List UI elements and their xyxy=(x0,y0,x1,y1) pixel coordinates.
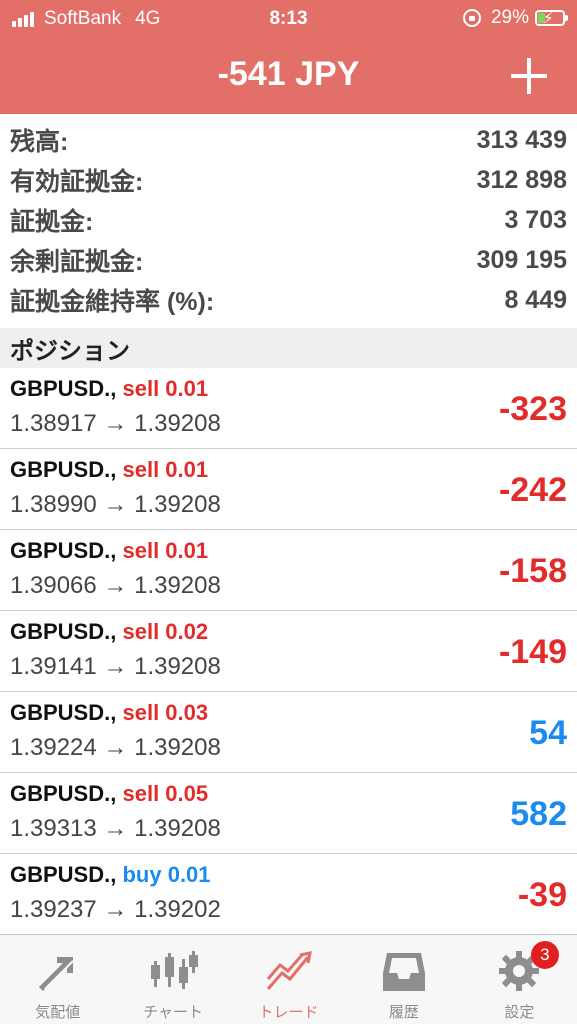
position-profit: 54 xyxy=(529,714,567,752)
summary-row-margin-level: 証拠金維持率 (%): 8 449 xyxy=(10,280,567,320)
position-side: buy 0.01 xyxy=(122,862,211,887)
tab-label: 設定 xyxy=(504,1004,535,1021)
candlestick-chart-icon xyxy=(151,951,199,989)
position-profit: -323 xyxy=(498,390,567,428)
position-row[interactable]: GBPUSD., sell 0.01 1.38990 → 1.39208 -24… xyxy=(0,449,577,530)
settings-badge: 3 xyxy=(530,941,559,969)
position-row[interactable]: GBPUSD., sell 0.03 1.39224 → 1.39208 54 xyxy=(0,692,577,773)
account-profit-title: -541 JPY xyxy=(217,55,360,93)
tab-bar: 気配値 チャート トレード 履歴 3 設定 xyxy=(0,934,577,1024)
charging-bolt-icon: ⚡ xyxy=(543,10,554,27)
position-symbol: GBPUSD., xyxy=(10,457,117,482)
summary-value: 312 898 xyxy=(476,165,567,194)
position-profit: 582 xyxy=(510,795,567,833)
position-symbol-line: GBPUSD., sell 0.05 xyxy=(10,781,208,807)
position-prices: 1.39066 → 1.39208 xyxy=(10,572,221,599)
position-side: sell 0.05 xyxy=(122,781,209,806)
tab-trade[interactable]: トレード xyxy=(231,935,346,1024)
summary-label: 残高: xyxy=(10,128,69,156)
summary-row-free-margin: 余剰証拠金: 309 195 xyxy=(10,240,567,280)
positions-section-header: ポジション xyxy=(0,328,577,368)
summary-value: 3 703 xyxy=(504,205,567,234)
position-symbol-line: GBPUSD., sell 0.01 xyxy=(10,457,208,483)
position-row[interactable]: GBPUSD., buy 0.01 1.39237 → 1.39202 -39 xyxy=(0,854,577,935)
position-prices: 1.38917 → 1.39208 xyxy=(10,410,221,437)
plus-icon[interactable] xyxy=(511,58,547,94)
position-symbol-line: GBPUSD., sell 0.01 xyxy=(10,538,208,564)
position-symbol: GBPUSD., xyxy=(10,862,117,887)
position-symbol-line: GBPUSD., sell 0.03 xyxy=(10,700,208,726)
tab-label: チャート xyxy=(143,1004,204,1021)
position-symbol-line: GBPUSD., sell 0.01 xyxy=(10,376,208,402)
position-symbol: GBPUSD., xyxy=(10,538,117,563)
position-prices: 1.39141 → 1.39208 xyxy=(10,653,221,680)
position-prices: 1.38990 → 1.39208 xyxy=(10,491,221,518)
position-symbol: GBPUSD., xyxy=(10,376,117,401)
position-side: sell 0.03 xyxy=(122,700,209,725)
tab-quotes[interactable]: 気配値 xyxy=(0,935,115,1024)
position-symbol: GBPUSD., xyxy=(10,781,117,806)
position-side: sell 0.01 xyxy=(122,376,209,401)
position-side: sell 0.01 xyxy=(122,538,209,563)
position-prices: 1.39237 → 1.39202 xyxy=(10,896,221,923)
summary-value: 309 195 xyxy=(476,245,567,274)
position-side: sell 0.01 xyxy=(122,457,209,482)
position-profit: -149 xyxy=(498,633,567,671)
tab-label: トレード xyxy=(258,1004,319,1021)
position-symbol: GBPUSD., xyxy=(10,619,117,644)
status-right: 29% ⚡ xyxy=(462,7,568,29)
tab-settings[interactable]: 3 設定 xyxy=(462,935,577,1024)
summary-value: 313 439 xyxy=(476,125,567,154)
position-profit: -242 xyxy=(498,471,567,509)
position-row[interactable]: GBPUSD., sell 0.01 1.38917 → 1.39208 -32… xyxy=(0,368,577,449)
position-prices: 1.39224 → 1.39208 xyxy=(10,734,221,761)
position-row[interactable]: GBPUSD., sell 0.01 1.39066 → 1.39208 -15… xyxy=(0,530,577,611)
summary-label: 証拠金: xyxy=(10,208,94,236)
summary-value: 8 449 xyxy=(504,285,567,314)
position-row[interactable]: GBPUSD., sell 0.05 1.39313 → 1.39208 582 xyxy=(0,773,577,854)
tab-history[interactable]: 履歴 xyxy=(346,935,461,1024)
summary-label: 有効証拠金: xyxy=(10,168,144,196)
position-prices: 1.39313 → 1.39208 xyxy=(10,815,221,842)
position-symbol-line: GBPUSD., buy 0.01 xyxy=(10,862,211,888)
summary-row-margin: 証拠金: 3 703 xyxy=(10,200,567,240)
battery-percent: 29% xyxy=(490,7,529,28)
position-row[interactable]: GBPUSD., sell 0.02 1.39141 → 1.39208 -14… xyxy=(0,611,577,692)
position-symbol: GBPUSD., xyxy=(10,700,117,725)
summary-row-balance: 残高: 313 439 xyxy=(10,120,567,160)
orientation-lock-icon xyxy=(462,9,481,27)
tab-chart[interactable]: チャート xyxy=(115,935,230,1024)
tab-label: 気配値 xyxy=(35,1004,81,1021)
status-bar: SoftBank 4G 8:13 29% ⚡ xyxy=(0,0,577,38)
position-symbol-line: GBPUSD., sell 0.02 xyxy=(10,619,208,645)
summary-row-equity: 有効証拠金: 312 898 xyxy=(10,160,567,200)
position-profit: -158 xyxy=(498,552,567,590)
trade-trend-icon xyxy=(266,951,312,990)
tab-label: 履歴 xyxy=(388,1004,419,1021)
position-profit: -39 xyxy=(517,876,567,914)
account-summary: 残高: 313 439 有効証拠金: 312 898 証拠金: 3 703 余剰… xyxy=(0,114,577,320)
history-inbox-icon xyxy=(382,953,425,991)
header-bar: SoftBank 4G 8:13 29% ⚡ -541 JPY xyxy=(0,0,577,114)
position-side: sell 0.02 xyxy=(122,619,209,644)
positions-list: GBPUSD., sell 0.01 1.38917 → 1.39208 -32… xyxy=(0,368,577,935)
battery-icon: ⚡ xyxy=(535,10,568,27)
summary-label: 証拠金維持率 (%): xyxy=(10,288,215,316)
quotes-arrows-icon xyxy=(38,957,74,991)
summary-label: 余剰証拠金: xyxy=(10,248,144,276)
